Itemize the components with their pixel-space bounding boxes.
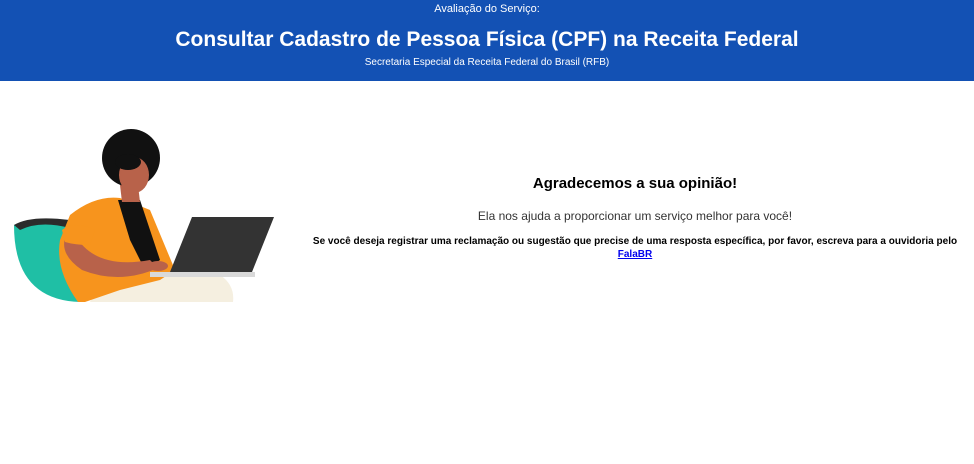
service-eyebrow: Avaliação do Serviço: (434, 3, 540, 15)
page-title: Consultar Cadastro de Pessoa Física (CPF… (175, 28, 799, 51)
page-header: Avaliação do Serviço: Consultar Cadastro… (0, 0, 974, 81)
thanks-heading: Agradecemos a sua opinião! (532, 175, 738, 192)
falabr-link[interactable]: FalaBR (618, 249, 652, 260)
person-laptop-illustration (14, 129, 274, 302)
ouvidoria-note-text: Se você deseja registrar uma reclamação … (312, 236, 958, 247)
feedback-confirmation: Agradecemos a sua opinião! Ela nos ajuda… (300, 174, 970, 261)
ouvidoria-note: Se você deseja registrar uma reclamação … (300, 235, 970, 261)
help-text: Ela nos ajuda a proporcionar um serviço … (477, 209, 793, 223)
page-subtitle: Secretaria Especial da Receita Federal d… (364, 57, 610, 68)
